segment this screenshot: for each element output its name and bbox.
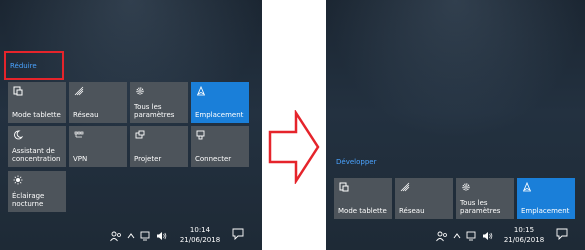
tile-focus-assist[interactable]: Assistant de concentration bbox=[8, 126, 66, 167]
project-icon bbox=[135, 130, 145, 139]
system-tray bbox=[436, 230, 493, 242]
settings-gear-icon bbox=[462, 183, 470, 191]
tile-label: Réseau bbox=[399, 207, 425, 215]
tile-location[interactable]: Emplacement bbox=[517, 178, 575, 219]
tile-location[interactable]: Emplacement bbox=[191, 82, 249, 123]
notification-icon[interactable] bbox=[232, 228, 244, 240]
tile-label: Éclairage nocturne bbox=[12, 192, 45, 208]
tile-tablet-mode[interactable]: Mode tablette bbox=[334, 178, 392, 219]
clock[interactable]: 10:15 21/06/2018 bbox=[502, 225, 546, 245]
tile-label: Réseau bbox=[73, 111, 99, 119]
connect-icon bbox=[196, 130, 205, 140]
tile-all-settings[interactable]: Tous les paramètres bbox=[456, 178, 514, 219]
network-icon bbox=[400, 182, 410, 192]
chevron-up-icon[interactable] bbox=[453, 232, 461, 240]
clock-date: 21/06/2018 bbox=[179, 236, 221, 244]
tile-label: Emplacement bbox=[521, 207, 570, 215]
clock-date: 21/06/2018 bbox=[503, 236, 545, 244]
tile-label: Projeter bbox=[134, 155, 162, 163]
tile-label: Tous les paramètres bbox=[134, 103, 175, 119]
clock-time: 10:14 bbox=[189, 226, 211, 234]
notification-icon[interactable] bbox=[556, 228, 568, 240]
tile-label: Mode tablette bbox=[338, 207, 387, 215]
tile-label: Mode tablette bbox=[12, 111, 61, 119]
right-arrow-icon bbox=[268, 110, 320, 184]
vpn-icon bbox=[74, 131, 84, 138]
volume-icon[interactable] bbox=[482, 231, 493, 241]
tile-label: Emplacement bbox=[195, 111, 244, 119]
sun-icon bbox=[13, 175, 23, 185]
tile-network[interactable]: Réseau bbox=[395, 178, 453, 219]
action-center-expanded: Réduire Mode tablette Réseau Tous les pa… bbox=[0, 0, 262, 250]
people-icon[interactable] bbox=[110, 231, 122, 242]
tablet-mode-icon bbox=[339, 182, 349, 192]
tile-tablet-mode[interactable]: Mode tablette bbox=[8, 82, 66, 123]
network-icon bbox=[74, 86, 84, 96]
action-center-collapsed: Développer Mode tablette Réseau Tous les… bbox=[326, 0, 585, 250]
chevron-up-icon[interactable] bbox=[127, 232, 135, 240]
tablet-mode-icon bbox=[13, 86, 23, 96]
moon-icon bbox=[14, 130, 23, 140]
location-icon bbox=[523, 182, 531, 192]
tile-vpn[interactable]: VPN bbox=[69, 126, 127, 167]
settings-gear-icon bbox=[136, 87, 144, 95]
tile-label: VPN bbox=[73, 155, 88, 163]
tile-connect[interactable]: Connecter bbox=[191, 126, 249, 167]
tile-label: Connecter bbox=[195, 155, 232, 163]
people-icon[interactable] bbox=[436, 231, 448, 242]
taskbar: 10:15 21/06/2018 bbox=[326, 222, 585, 250]
clock-time: 10:15 bbox=[513, 226, 535, 234]
clock[interactable]: 10:14 21/06/2018 bbox=[178, 225, 222, 245]
location-icon bbox=[197, 86, 205, 96]
expand-link[interactable]: Développer bbox=[336, 158, 376, 166]
tile-label: Assistant de concentration bbox=[12, 147, 61, 163]
network-tray-icon[interactable] bbox=[466, 231, 477, 241]
taskbar: 10:14 21/06/2018 bbox=[0, 222, 262, 250]
network-tray-icon[interactable] bbox=[140, 231, 151, 241]
tile-network[interactable]: Réseau bbox=[69, 82, 127, 123]
highlight-box bbox=[4, 51, 64, 80]
system-tray bbox=[110, 230, 167, 242]
volume-icon[interactable] bbox=[156, 231, 167, 241]
tile-night-light[interactable]: Éclairage nocturne bbox=[8, 171, 66, 212]
tile-all-settings[interactable]: Tous les paramètres bbox=[130, 82, 188, 123]
tile-project[interactable]: Projeter bbox=[130, 126, 188, 167]
tile-label: Tous les paramètres bbox=[460, 199, 501, 215]
